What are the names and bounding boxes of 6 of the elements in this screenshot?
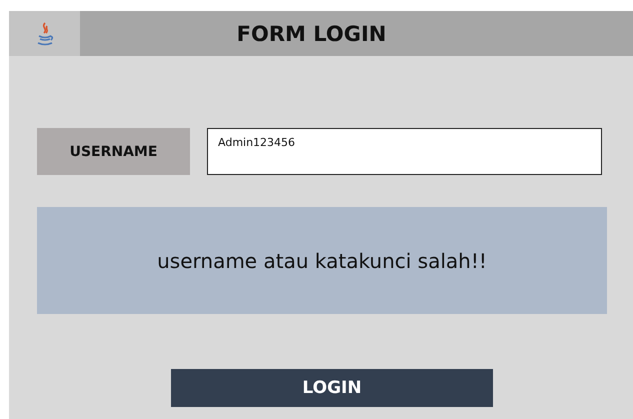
coffee-cup-icon bbox=[34, 20, 54, 46]
login-button[interactable]: LOGIN bbox=[171, 369, 493, 407]
error-message: username atau katakunci salah!! bbox=[37, 207, 607, 314]
username-label: USERNAME bbox=[37, 128, 190, 175]
username-field[interactable]: Admin123456 bbox=[207, 128, 602, 175]
window-title: FORM LOGIN bbox=[236, 22, 388, 46]
